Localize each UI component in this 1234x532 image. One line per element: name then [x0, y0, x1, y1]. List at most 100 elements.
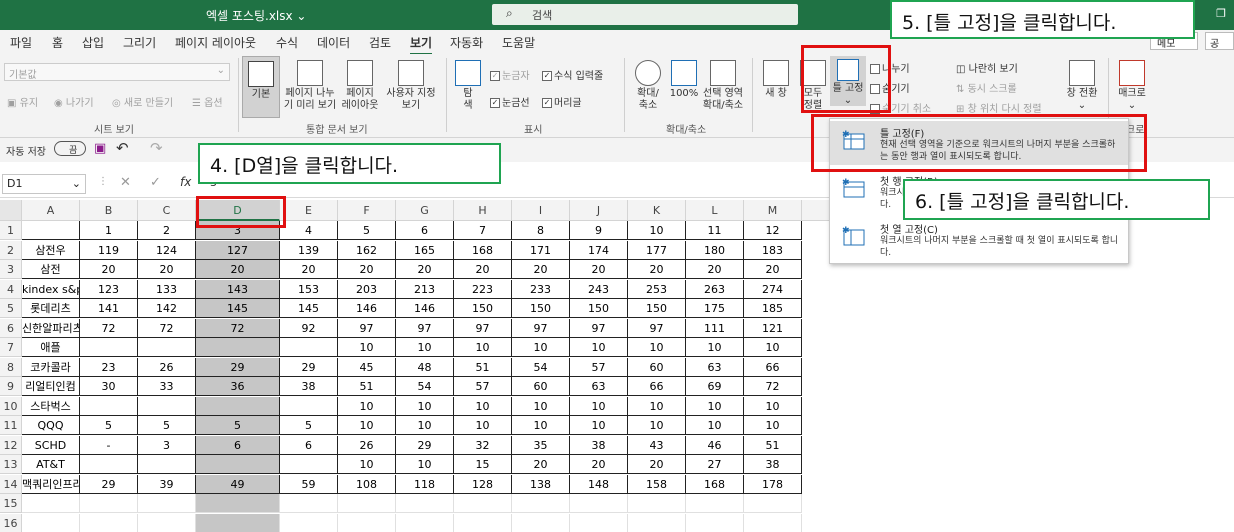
cell-e15[interactable]: [280, 494, 338, 513]
cell-h8[interactable]: 51: [454, 357, 512, 377]
navigation-button[interactable]: 탐색: [452, 60, 484, 112]
cell-a1[interactable]: [22, 221, 80, 240]
cell-j15[interactable]: [570, 494, 628, 513]
cell-b6[interactable]: 72: [80, 318, 138, 338]
cell-k1[interactable]: 10: [628, 221, 686, 240]
cell-k8[interactable]: 60: [628, 357, 686, 377]
row-header[interactable]: 1: [0, 221, 22, 240]
cell-c1[interactable]: 2: [138, 221, 196, 240]
cell-d11[interactable]: 5: [196, 416, 280, 435]
cell-j11[interactable]: 10: [570, 416, 628, 435]
cell-d8[interactable]: 29: [196, 357, 280, 377]
cell-c3[interactable]: 20: [138, 260, 196, 279]
row-header[interactable]: 4: [0, 279, 22, 299]
exit-view-button[interactable]: ◉ 나가기: [54, 94, 94, 109]
cell-l2[interactable]: 180: [686, 240, 744, 260]
cell-i13[interactable]: 20: [512, 455, 570, 474]
cell-l3[interactable]: 20: [686, 260, 744, 279]
view-options-button[interactable]: ☰ 옵션: [192, 94, 223, 109]
cell-i14[interactable]: 138: [512, 474, 570, 494]
cell-a2[interactable]: 삼전우: [22, 240, 80, 260]
row-header[interactable]: 16: [0, 513, 22, 532]
cell-g5[interactable]: 146: [396, 299, 454, 318]
row-header[interactable]: 9: [0, 377, 22, 396]
cell-b10[interactable]: [80, 396, 138, 416]
cell-m15[interactable]: [744, 494, 802, 513]
column-header-f[interactable]: F: [338, 200, 396, 221]
cell-k2[interactable]: 177: [628, 240, 686, 260]
cell-m1[interactable]: 12: [744, 221, 802, 240]
cell-e1[interactable]: 4: [280, 221, 338, 240]
cell-a8[interactable]: 코카콜라: [22, 357, 80, 377]
cell-b7[interactable]: [80, 338, 138, 357]
cell-d10[interactable]: [196, 396, 280, 416]
tab-review[interactable]: 검토: [369, 34, 391, 51]
cell-b11[interactable]: 5: [80, 416, 138, 435]
cell-i9[interactable]: 60: [512, 377, 570, 396]
cell-f12[interactable]: 26: [338, 435, 396, 455]
cell-g3[interactable]: 20: [396, 260, 454, 279]
cell-c15[interactable]: [138, 494, 196, 513]
cell-g6[interactable]: 97: [396, 318, 454, 338]
cell-b12[interactable]: -: [80, 435, 138, 455]
reset-window-position-button[interactable]: ⊞ 창 위치 다시 정렬: [956, 100, 1042, 115]
cell-g16[interactable]: [396, 513, 454, 532]
row-header[interactable]: 8: [0, 357, 22, 377]
cell-d4[interactable]: 143: [196, 279, 280, 299]
cell-c13[interactable]: [138, 455, 196, 474]
cell-f4[interactable]: 203: [338, 279, 396, 299]
cell-b4[interactable]: 123: [80, 279, 138, 299]
cell-j1[interactable]: 9: [570, 221, 628, 240]
cell-e4[interactable]: 153: [280, 279, 338, 299]
cell-b15[interactable]: [80, 494, 138, 513]
cell-b8[interactable]: 23: [80, 357, 138, 377]
cell-m3[interactable]: 20: [744, 260, 802, 279]
cell-k15[interactable]: [628, 494, 686, 513]
row-header[interactable]: 11: [0, 416, 22, 435]
cell-h14[interactable]: 128: [454, 474, 512, 494]
cell-h12[interactable]: 32: [454, 435, 512, 455]
cell-l12[interactable]: 46: [686, 435, 744, 455]
cell-j7[interactable]: 10: [570, 338, 628, 357]
row-header[interactable]: 7: [0, 338, 22, 357]
column-header-j[interactable]: J: [570, 200, 628, 221]
cell-i1[interactable]: 8: [512, 221, 570, 240]
formula-bar-checkbox[interactable]: ✓ 수식 입력줄: [542, 67, 603, 82]
row-header[interactable]: 13: [0, 455, 22, 474]
autosave-toggle[interactable]: 끔: [54, 141, 86, 156]
cell-c12[interactable]: 3: [138, 435, 196, 455]
cell-f10[interactable]: 10: [338, 396, 396, 416]
cell-d6[interactable]: 72: [196, 318, 280, 338]
cell-h15[interactable]: [454, 494, 512, 513]
cell-k16[interactable]: [628, 513, 686, 532]
cell-h10[interactable]: 10: [454, 396, 512, 416]
zoom-to-selection-button[interactable]: 선택 영역 확대/축소: [700, 60, 746, 112]
cell-c5[interactable]: 142: [138, 299, 196, 318]
cell-k9[interactable]: 66: [628, 377, 686, 396]
row-header[interactable]: 5: [0, 299, 22, 318]
cell-e11[interactable]: 5: [280, 416, 338, 435]
workbook-title[interactable]: 엑셀 포스팅.xlsx ⌄: [206, 7, 307, 24]
select-all-button[interactable]: [0, 200, 22, 221]
cell-j13[interactable]: 20: [570, 455, 628, 474]
name-box[interactable]: D1 ⌄: [2, 174, 86, 194]
search-box[interactable]: ⌕ 검색: [492, 4, 798, 25]
cell-b2[interactable]: 119: [80, 240, 138, 260]
cell-b13[interactable]: [80, 455, 138, 474]
sync-scroll-button[interactable]: ⇅ 동시 스크롤: [956, 80, 1017, 95]
tab-data[interactable]: 데이터: [317, 34, 350, 51]
cell-h2[interactable]: 168: [454, 240, 512, 260]
zoom-100-button[interactable]: 100%: [668, 60, 700, 100]
cell-e8[interactable]: 29: [280, 357, 338, 377]
gridlines-checkbox[interactable]: ✓ 눈금선: [490, 94, 530, 109]
cell-h13[interactable]: 15: [454, 455, 512, 474]
row-header[interactable]: 3: [0, 260, 22, 279]
cell-b3[interactable]: 20: [80, 260, 138, 279]
cell-g1[interactable]: 6: [396, 221, 454, 240]
cell-j9[interactable]: 63: [570, 377, 628, 396]
cell-l6[interactable]: 111: [686, 318, 744, 338]
cell-m8[interactable]: 66: [744, 357, 802, 377]
cell-e6[interactable]: 92: [280, 318, 338, 338]
cell-e3[interactable]: 20: [280, 260, 338, 279]
cell-m6[interactable]: 121: [744, 318, 802, 338]
